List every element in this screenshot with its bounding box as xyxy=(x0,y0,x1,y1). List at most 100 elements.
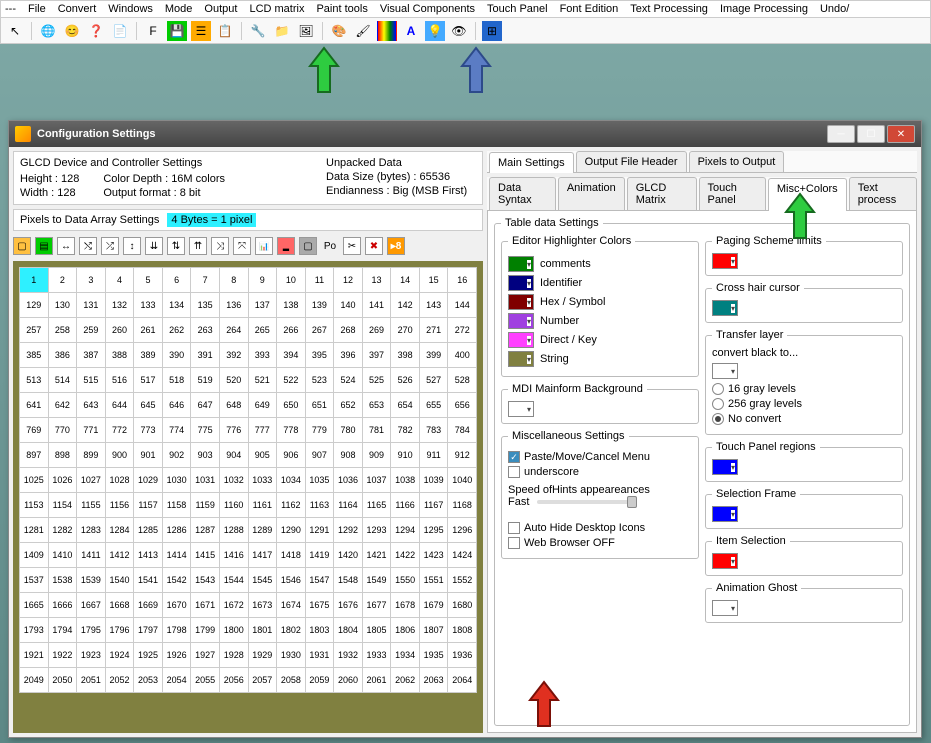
doc-icon[interactable]: 📄 xyxy=(110,21,130,41)
grid-cell[interactable]: 525 xyxy=(362,368,391,393)
radio-option[interactable]: No convert xyxy=(712,413,896,425)
grid-cell[interactable]: 1157 xyxy=(134,493,163,518)
grid-cell[interactable]: 1804 xyxy=(334,618,363,643)
grid-cell[interactable]: 266 xyxy=(277,318,306,343)
crosshair-color[interactable]: ▾ xyxy=(712,300,738,316)
grid-cell[interactable]: 13 xyxy=(362,268,391,293)
grid-cell[interactable]: 262 xyxy=(162,318,191,343)
cursor-icon[interactable]: ↖ xyxy=(5,21,25,41)
grid-cell[interactable]: 1283 xyxy=(77,518,106,543)
grid-cell[interactable]: 905 xyxy=(248,443,277,468)
grid-cell[interactable]: 391 xyxy=(191,343,220,368)
menu-item[interactable]: Text Processing xyxy=(630,3,708,15)
grid-cell[interactable]: 386 xyxy=(48,343,77,368)
grid-cell[interactable]: 1550 xyxy=(391,568,420,593)
grid-cell[interactable]: 1922 xyxy=(48,643,77,668)
grid-cell[interactable]: 1416 xyxy=(219,543,248,568)
grid-cell[interactable]: 1029 xyxy=(134,468,163,493)
grid-cell[interactable]: 6 xyxy=(162,268,191,293)
close-button[interactable]: ✕ xyxy=(887,125,915,143)
grid-cell[interactable]: 1669 xyxy=(134,593,163,618)
grid-cell[interactable]: 1423 xyxy=(419,543,448,568)
grid-cell[interactable]: 1282 xyxy=(48,518,77,543)
grid-cell[interactable]: 1935 xyxy=(419,643,448,668)
grid-cell[interactable]: 1934 xyxy=(391,643,420,668)
menu-item[interactable]: Undo/ xyxy=(820,3,849,15)
grid-cell[interactable]: 1153 xyxy=(20,493,49,518)
grid-cell[interactable]: 272 xyxy=(448,318,477,343)
data-grid[interactable]: 1234567891011121314151612913013113213313… xyxy=(19,267,477,693)
grid-cell[interactable]: 518 xyxy=(162,368,191,393)
grid-cell[interactable]: 1675 xyxy=(305,593,334,618)
grid-cell[interactable]: 5 xyxy=(134,268,163,293)
grid-cell[interactable]: 400 xyxy=(448,343,477,368)
menu-item[interactable]: Image Processing xyxy=(720,3,808,15)
grid-cell[interactable]: 389 xyxy=(134,343,163,368)
grid-cell[interactable]: 1165 xyxy=(362,493,391,518)
grid-cell[interactable]: 1037 xyxy=(362,468,391,493)
grid-cell[interactable]: 904 xyxy=(219,443,248,468)
grid-cell[interactable]: 516 xyxy=(105,368,134,393)
grid-cell[interactable]: 16 xyxy=(448,268,477,293)
grid-cell[interactable]: 2049 xyxy=(20,668,49,693)
grid-cell[interactable]: 1417 xyxy=(248,543,277,568)
grid-cell[interactable]: 264 xyxy=(219,318,248,343)
grid-cell[interactable]: 1419 xyxy=(305,543,334,568)
grid-cell[interactable]: 1541 xyxy=(134,568,163,593)
grid-cell[interactable]: 642 xyxy=(48,393,77,418)
grid-cell[interactable]: 652 xyxy=(334,393,363,418)
arrow-se-icon[interactable]: ⤮ xyxy=(101,237,119,255)
grid-cell[interactable]: 1288 xyxy=(219,518,248,543)
grid-cell[interactable]: 1154 xyxy=(48,493,77,518)
grid-cell[interactable]: 1160 xyxy=(219,493,248,518)
grid-cell[interactable]: 1415 xyxy=(191,543,220,568)
grid-cell[interactable]: 1667 xyxy=(77,593,106,618)
tools-icon[interactable]: 🔧 xyxy=(248,21,268,41)
font-icon[interactable]: F xyxy=(143,21,163,41)
grid-cell[interactable]: 775 xyxy=(191,418,220,443)
grid-cell[interactable]: 2053 xyxy=(134,668,163,693)
grid-cell[interactable]: 655 xyxy=(419,393,448,418)
grid-cell[interactable]: 519 xyxy=(191,368,220,393)
grid-cell[interactable]: 1928 xyxy=(219,643,248,668)
grid-cell[interactable]: 1412 xyxy=(105,543,134,568)
grid-cell[interactable]: 1545 xyxy=(248,568,277,593)
grid-cell[interactable]: 900 xyxy=(105,443,134,468)
grid-cell[interactable]: 774 xyxy=(162,418,191,443)
grid-cell[interactable]: 1670 xyxy=(162,593,191,618)
grid-cell[interactable]: 520 xyxy=(219,368,248,393)
save-icon[interactable]: ▤ xyxy=(35,237,53,255)
grid-cell[interactable]: 1808 xyxy=(448,618,477,643)
grid-cell[interactable]: 1929 xyxy=(248,643,277,668)
grid-cell[interactable]: 528 xyxy=(448,368,477,393)
grid-cell[interactable]: 259 xyxy=(77,318,106,343)
grid-cell[interactable]: 1031 xyxy=(191,468,220,493)
grid-cell[interactable]: 1796 xyxy=(105,618,134,643)
grid-cell[interactable]: 1 xyxy=(20,268,49,293)
color-row[interactable]: ▾Direct / Key xyxy=(508,332,692,348)
grid-cell[interactable]: 527 xyxy=(419,368,448,393)
tab[interactable]: Pixels to Output xyxy=(689,151,785,172)
grid-cell[interactable]: 267 xyxy=(305,318,334,343)
grid-cell[interactable]: 1547 xyxy=(305,568,334,593)
grid-cell[interactable]: 1933 xyxy=(362,643,391,668)
grid-cell[interactable]: 1930 xyxy=(277,643,306,668)
image-icon[interactable]: 🖼 xyxy=(296,21,316,41)
grid-cell[interactable]: 390 xyxy=(162,343,191,368)
grid-cell[interactable]: 2 xyxy=(48,268,77,293)
grid-cell[interactable]: 641 xyxy=(20,393,49,418)
grid-cell[interactable]: 1034 xyxy=(277,468,306,493)
grid-cell[interactable]: 1805 xyxy=(362,618,391,643)
grid-cell[interactable]: 1411 xyxy=(77,543,106,568)
grid-cell[interactable]: 1674 xyxy=(277,593,306,618)
grid-cell[interactable]: 1799 xyxy=(191,618,220,643)
grid-cell[interactable]: 388 xyxy=(105,343,134,368)
menu-item[interactable]: Windows xyxy=(108,3,153,15)
grid-cell[interactable]: 137 xyxy=(248,293,277,318)
grid-cell[interactable]: 1549 xyxy=(362,568,391,593)
minimize-button[interactable]: ─ xyxy=(827,125,855,143)
grid-cell[interactable]: 2051 xyxy=(77,668,106,693)
menu-item[interactable]: Mode xyxy=(165,3,193,15)
globe-icon[interactable]: 🌐 xyxy=(38,21,58,41)
grid-cell[interactable]: 513 xyxy=(20,368,49,393)
